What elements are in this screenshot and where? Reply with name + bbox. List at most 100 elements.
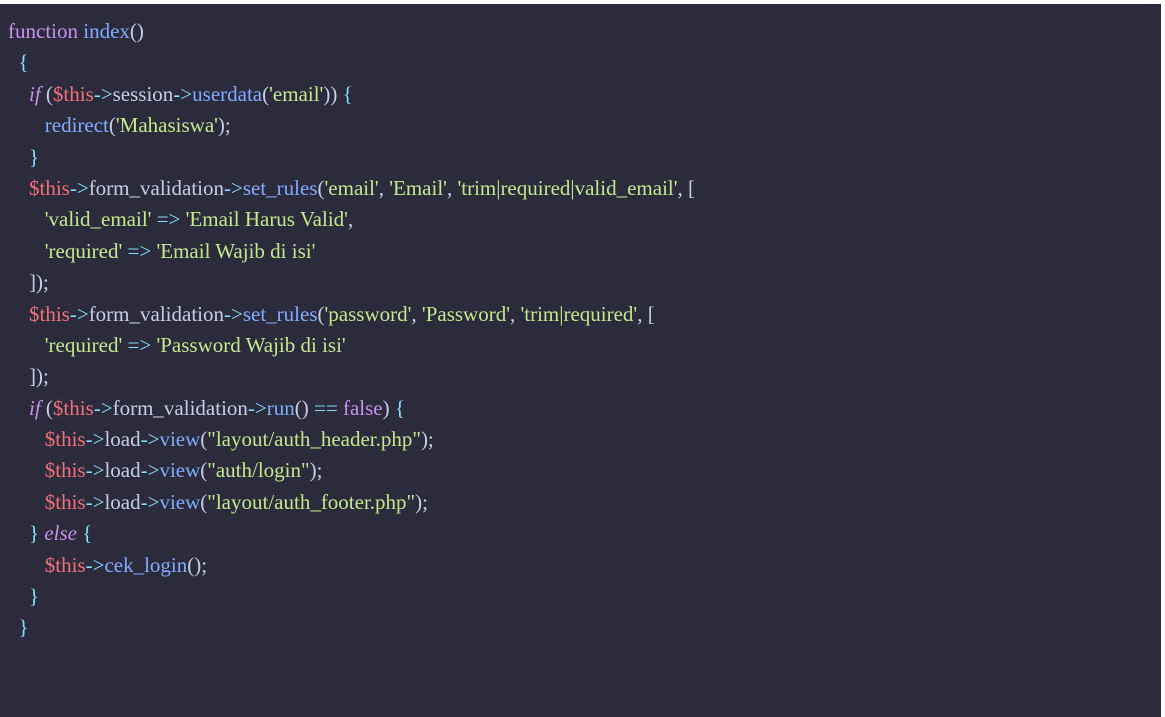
code-line: } else { [8, 518, 695, 549]
code-token-string: 'required' [44, 238, 123, 263]
code-token-function: set_rules [242, 301, 318, 326]
code-token-punct: , [411, 301, 422, 326]
code-token-punct: ]); [29, 364, 49, 389]
code-token-operator: } [18, 615, 29, 640]
code-token-function: cek_login [104, 552, 188, 577]
code-token-variable: $this [44, 427, 86, 452]
code-token-boolean: false [342, 395, 383, 420]
code-token-function: set_rules [242, 175, 318, 200]
code-token-punct: ]); [29, 270, 49, 295]
code-line: $this->load->view("layout/auth_footer.ph… [8, 487, 695, 518]
code-token-punct: , [ [677, 175, 696, 200]
code-token-plain: load [104, 489, 141, 514]
code-token-operator: -> [85, 489, 105, 514]
code-token-string: 'Mahasiswa' [115, 113, 218, 138]
code-editor[interactable]: function index() { if ($this->session->u… [0, 4, 1161, 717]
code-token-function: view [159, 489, 201, 514]
code-token-punct: , [446, 175, 458, 200]
code-line: } [8, 612, 695, 643]
code-token-function: index [83, 19, 130, 43]
code-token-operator: -> [93, 81, 113, 106]
code-token-operator: -> [224, 175, 243, 200]
code-line: } [8, 142, 695, 173]
code-token-operator: -> [224, 301, 243, 326]
code-line: $this->load->view("auth/login"); [8, 455, 695, 486]
code-token-operator: } [29, 584, 40, 609]
code-token-variable: $this [52, 81, 94, 106]
code-line: if ($this->session->userdata('email')) { [8, 79, 695, 110]
code-line: { [8, 47, 695, 78]
code-token-punct: )) [323, 81, 338, 106]
code-line: ]); [8, 361, 695, 392]
code-token-keyword: function [8, 19, 78, 43]
code-token-operator: -> [85, 458, 105, 483]
code-token-plain: load [104, 458, 141, 483]
code-token-plain: session [112, 81, 174, 106]
code-line: $this->form_validation->set_rules('passw… [8, 299, 695, 330]
code-token-string: 'Email Harus Valid' [185, 207, 348, 232]
code-token-operator: => [156, 207, 181, 232]
code-token-keyword-italic: if [29, 81, 41, 106]
code-block[interactable]: function index() { if ($this->session->u… [8, 16, 695, 644]
code-token-variable: $this [52, 395, 94, 420]
code-token-string: 'Email Wajib di isi' [156, 238, 316, 263]
code-token-string: 'Password' [421, 301, 510, 326]
code-token-punct: ( [108, 113, 116, 138]
code-token-punct: ( [45, 81, 53, 106]
code-token-operator: => [127, 238, 152, 263]
code-token-punct: (); [187, 552, 208, 577]
code-token-variable: $this [29, 175, 70, 200]
code-token-variable: $this [29, 301, 70, 326]
code-token-punct: ) [382, 395, 390, 420]
code-token-operator: { [82, 521, 93, 546]
code-token-punct: , [ [637, 301, 655, 326]
code-token-punct: , [378, 175, 390, 200]
code-token-operator: -> [140, 427, 160, 452]
code-token-punct: ( [317, 175, 325, 200]
code-token-string: 'email' [324, 175, 379, 200]
code-token-string: "layout/auth_footer.php" [207, 489, 416, 514]
code-token-variable: $this [44, 489, 86, 514]
code-token-plain: load [104, 427, 141, 452]
code-line: if ($this->form_validation->run() == fal… [8, 393, 695, 424]
code-token-punct: , [509, 301, 521, 326]
code-token-operator: -> [247, 395, 267, 420]
code-token-variable: $this [44, 552, 86, 577]
code-line: $this->cek_login(); [8, 550, 695, 581]
code-token-string: 'valid_email' [44, 207, 152, 232]
code-line: $this->form_validation->set_rules('email… [8, 173, 695, 204]
code-token-string: "layout/auth_header.php" [207, 427, 421, 452]
code-line: 'valid_email' => 'Email Harus Valid', [8, 204, 695, 235]
code-line: 'required' => 'Email Wajib di isi' [8, 236, 695, 267]
code-token-function: run [266, 395, 295, 420]
code-line: } [8, 581, 695, 612]
code-token-operator: -> [69, 301, 89, 326]
code-token-keyword-italic: if [29, 395, 41, 420]
code-token-punct: () [129, 19, 144, 43]
code-token-operator: -> [140, 458, 160, 483]
code-token-string: 'trim|required|valid_email' [457, 175, 678, 200]
code-token-operator: => [127, 332, 152, 357]
code-token-punct: ); [217, 113, 231, 138]
code-token-plain: form_validation [88, 301, 224, 326]
code-token-function: redirect [44, 113, 109, 138]
code-token-keyword-italic: else [44, 521, 77, 546]
code-token-operator: -> [85, 552, 105, 577]
code-token-punct: , [347, 207, 354, 232]
code-line: 'required' => 'Password Wajib di isi' [8, 330, 695, 361]
code-token-string: 'Password Wajib di isi' [156, 332, 346, 357]
code-token-operator: -> [69, 175, 89, 200]
